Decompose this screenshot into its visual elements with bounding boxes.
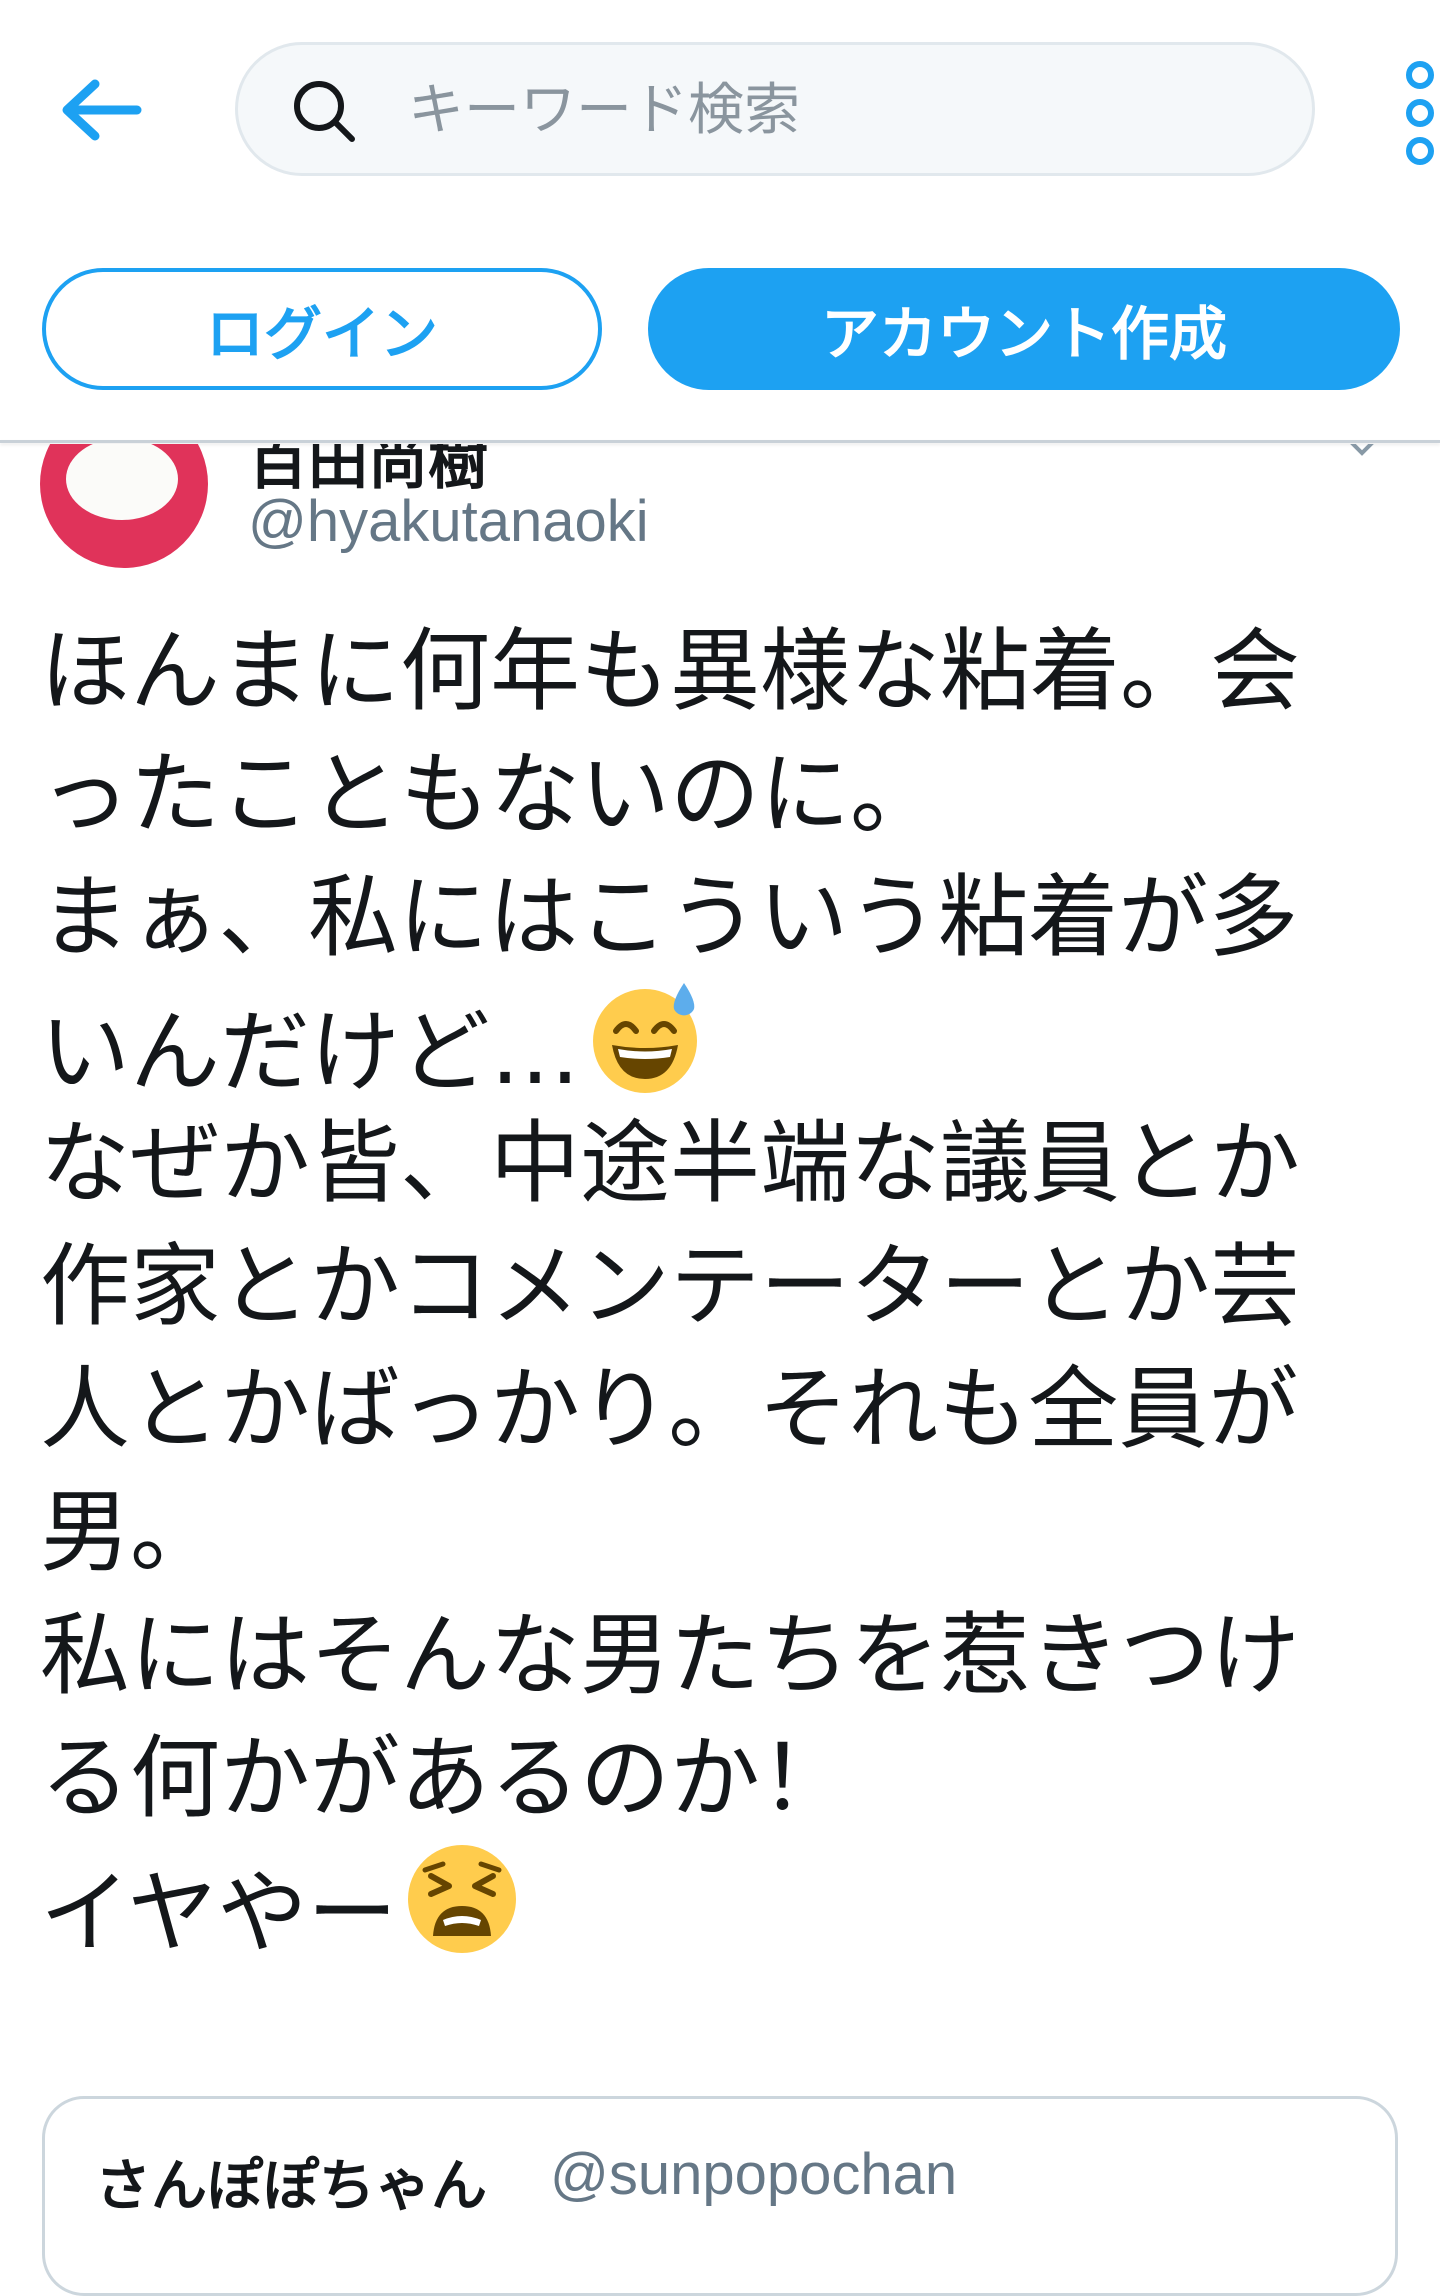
tweet-line: 男。 bbox=[40, 1480, 220, 1585]
tweet-line-text: イヤやー bbox=[40, 1861, 398, 1966]
signup-button[interactable]: アカウント作成 bbox=[648, 268, 1400, 390]
tweet-line: いんだけど… bbox=[40, 979, 1410, 1105]
tweet-line: 作家とかコメンテーターとか芸 bbox=[40, 1234, 1300, 1339]
tweet-text: ほんまに何年も異様な粘着。会 ったこともないのに。 まぁ、私にはこういう粘着が多… bbox=[40, 610, 1410, 1966]
tweet-line: 私にはそんな男たちを惹きつけ bbox=[40, 1603, 1300, 1708]
more-vertical-icon bbox=[1406, 61, 1434, 165]
tired-face-emoji-icon bbox=[408, 1845, 517, 1953]
tweet-line-text: いんだけど… bbox=[40, 1000, 580, 1105]
tweet-username[interactable]: @hyakutanaoki bbox=[248, 488, 649, 555]
search-box[interactable] bbox=[235, 42, 1315, 176]
grinning-sweat-emoji-icon bbox=[593, 983, 697, 1093]
tweet-line: ったこともないのに。 bbox=[40, 742, 940, 847]
more-menu-button[interactable] bbox=[1398, 58, 1440, 168]
login-button[interactable]: ログイン bbox=[42, 268, 602, 390]
avatar-image bbox=[66, 444, 178, 520]
quoted-display-name: さんぽぽちゃん bbox=[95, 2154, 487, 2219]
tweet-line: なぜか皆、中途半端な議員とか bbox=[40, 1111, 1300, 1216]
arrow-left-icon bbox=[62, 79, 142, 141]
chevron-down-icon[interactable] bbox=[1348, 444, 1376, 458]
tweet-line: ほんまに何年も異様な粘着。会 bbox=[40, 619, 1300, 724]
tweet-line: る何かがあるのか！ bbox=[40, 1726, 850, 1831]
search-input[interactable] bbox=[408, 65, 1268, 155]
quoted-tweet[interactable]: さんぽぽちゃん @sunpopochan bbox=[42, 2096, 1398, 2296]
avatar[interactable] bbox=[40, 444, 208, 568]
tweet-line: まぁ、私にはこういう粘着が多 bbox=[40, 865, 1299, 970]
tweet-header: 百田尚樹 @hyakutanaoki bbox=[0, 444, 1440, 584]
back-button[interactable] bbox=[50, 60, 150, 160]
header-divider bbox=[0, 440, 1440, 443]
tweet-line: イヤやー bbox=[40, 1840, 1410, 1966]
search-icon bbox=[294, 81, 355, 142]
top-bar bbox=[0, 0, 1440, 220]
auth-buttons: ログイン アカウント作成 bbox=[0, 268, 1440, 394]
quoted-username: @sunpopochan bbox=[550, 2142, 958, 2207]
tweet-line: 人とかばっかり。それも全員が bbox=[40, 1357, 1299, 1462]
